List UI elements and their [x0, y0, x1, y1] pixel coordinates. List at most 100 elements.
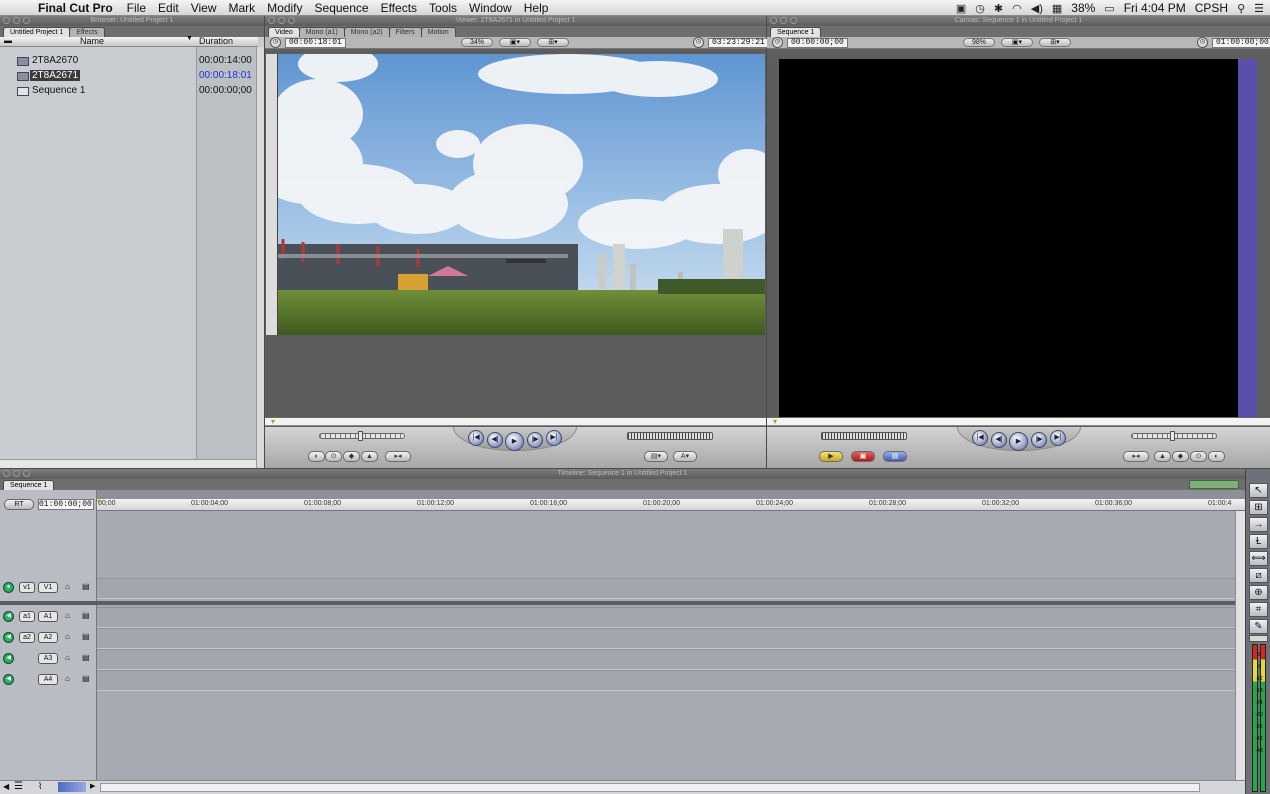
clip-keyframes-icon[interactable]: ⌇ — [38, 781, 42, 792]
shuttle-knob[interactable] — [1170, 431, 1175, 441]
jog-control[interactable] — [627, 432, 713, 440]
destination-control[interactable]: V1 — [38, 582, 58, 593]
render-status-button[interactable] — [1189, 480, 1239, 489]
selection-tool-icon[interactable]: ↖ — [1249, 483, 1268, 498]
tab-motion[interactable]: Motion — [420, 27, 456, 37]
menu-modify[interactable]: Modify — [263, 1, 310, 15]
shuttle-control[interactable] — [1131, 431, 1217, 441]
timeline-vertical-scrollbar[interactable] — [1235, 511, 1245, 780]
lock-icon[interactable]: ⌂ — [65, 582, 70, 591]
input-menu-icon[interactable]: ▦ — [1052, 2, 1062, 15]
zoom-window-button[interactable] — [288, 17, 295, 24]
match-frame-button[interactable]: ◐ — [308, 451, 325, 462]
add-marker-button[interactable]: ▲ — [361, 451, 378, 462]
view-mode-popup[interactable]: ⊞▾ — [1039, 38, 1071, 47]
playhead-marker-icon[interactable]: ▾ — [271, 417, 275, 426]
menu-tools[interactable]: Tools — [425, 1, 465, 15]
time-machine-icon[interactable]: ◷ — [975, 2, 985, 15]
track-height-icon[interactable]: ☰ — [14, 781, 23, 792]
track-lane[interactable] — [97, 670, 1235, 691]
track-lane[interactable] — [97, 628, 1235, 649]
viewer-scrubber-bar[interactable]: ▾ — [265, 417, 766, 426]
destination-control[interactable]: A1 — [38, 611, 58, 622]
mark-in-out-button[interactable]: ▸◂ — [1123, 451, 1149, 462]
insert-edit-button[interactable]: ▶ — [819, 451, 843, 462]
mark-clip-button[interactable]: ⊙ — [325, 451, 342, 462]
lock-icon[interactable]: ⌂ — [65, 632, 70, 641]
track-lane[interactable] — [97, 649, 1235, 670]
shuttle-control[interactable] — [319, 431, 405, 441]
bluetooth-icon[interactable]: ✱ — [994, 2, 1003, 15]
battery-percent[interactable]: 38% — [1071, 1, 1095, 15]
zoom-tool-icon[interactable]: ⊕ — [1249, 585, 1268, 600]
sequence-duration-field[interactable]: 00:00:00;00 — [787, 38, 848, 48]
source-control[interactable]: a2 — [19, 632, 35, 643]
recent-clips-popup[interactable]: ▤▾ — [644, 451, 668, 462]
mark-in-out-button[interactable]: ▸◂ — [385, 451, 411, 462]
menu-sequence[interactable]: Sequence — [311, 1, 377, 15]
notification-list-icon[interactable]: ☰ — [1254, 2, 1264, 15]
track-lane[interactable] — [97, 607, 1235, 628]
tab-mono-a2[interactable]: Mono (a2) — [343, 27, 390, 37]
tab-sequence-1[interactable]: Sequence 1 — [3, 480, 55, 490]
edit-selection-tool-icon[interactable]: ⊞ — [1249, 500, 1268, 515]
play-in-to-out-button[interactable]: |◀ — [468, 430, 484, 446]
zoom-window-button[interactable] — [23, 17, 30, 24]
timeline-timecode-field[interactable]: 01:00:00;00 — [38, 499, 94, 510]
track-audible-icon[interactable]: ◀ — [3, 653, 14, 664]
clip-overlays-icon[interactable]: ◀ — [3, 782, 9, 791]
source-control[interactable]: a1 — [19, 611, 35, 622]
volume-icon[interactable]: ◀) — [1031, 2, 1043, 15]
wifi-icon[interactable]: ◠ — [1012, 2, 1022, 15]
source-control[interactable]: v1 — [19, 582, 35, 593]
menu-window[interactable]: Window — [465, 1, 520, 15]
clip-duration-field[interactable]: 00:00:18:01 — [285, 38, 346, 48]
generator-popup[interactable]: A▾ — [673, 451, 697, 462]
close-window-button[interactable] — [268, 17, 275, 24]
user-name[interactable]: CPSH — [1195, 1, 1228, 15]
minimize-window-button[interactable] — [780, 17, 787, 24]
current-timecode-field[interactable]: 01:00:00;00 — [1212, 38, 1270, 48]
play-every-frame-button[interactable]: |▶ — [527, 432, 543, 448]
add-marker-button[interactable]: ▲ — [1154, 451, 1171, 462]
lock-icon[interactable]: ⌂ — [65, 653, 70, 662]
browser-horizontal-scrollbar[interactable] — [0, 459, 256, 468]
auto-select-icon[interactable]: ▤ — [82, 674, 90, 683]
play-to-out-button[interactable]: ▶| — [546, 430, 562, 446]
tab-untitled-project[interactable]: Untitled Project 1 — [3, 27, 71, 37]
view-popup[interactable]: ▣▾ — [499, 38, 531, 47]
browser-row[interactable]: 2T8A2670 00:00:14:00 — [0, 55, 258, 70]
menu-help[interactable]: Help — [520, 1, 557, 15]
tab-sequence-1[interactable]: Sequence 1 — [770, 27, 822, 37]
match-frame-button[interactable]: ◐ — [1208, 451, 1225, 462]
add-keyframe-button[interactable]: ◆ — [343, 451, 360, 462]
lock-icon[interactable]: ⌂ — [65, 611, 70, 620]
zoom-popup[interactable]: 98% — [963, 38, 995, 47]
zoom-window-button[interactable] — [790, 17, 797, 24]
destination-control[interactable]: A3 — [38, 653, 58, 664]
add-keyframe-button[interactable]: ◆ — [1172, 451, 1189, 462]
slip-tool-icon[interactable]: ⟺ — [1249, 551, 1268, 566]
track-select-tool-icon[interactable]: → — [1249, 517, 1268, 532]
zoom-in-arrow-icon[interactable]: ▶ — [90, 782, 95, 790]
play-in-to-out-button[interactable]: |◀ — [972, 430, 988, 446]
auto-select-icon[interactable]: ▤ — [82, 632, 90, 641]
current-timecode-field[interactable]: 03:23:29:21 — [708, 38, 769, 48]
minimize-window-button[interactable] — [13, 470, 20, 477]
minimize-window-button[interactable] — [13, 17, 20, 24]
replace-edit-button[interactable]: ▤ — [883, 451, 907, 462]
app-menu[interactable]: Final Cut Pro — [34, 1, 123, 15]
track-lane[interactable] — [97, 578, 1235, 599]
timeline-horizontal-scrollbar[interactable] — [100, 783, 1200, 792]
zoom-slider-icon[interactable] — [58, 782, 86, 792]
tab-mono-a1[interactable]: Mono (a1) — [298, 27, 345, 37]
auto-select-icon[interactable]: ▤ — [82, 582, 90, 591]
track-audible-icon[interactable]: ◀ — [3, 632, 14, 643]
auto-select-icon[interactable]: ▤ — [82, 611, 90, 620]
browser-vertical-scrollbar[interactable] — [256, 47, 264, 468]
playhead-sync-popup[interactable]: ⊞▾ — [537, 38, 569, 47]
browser-row[interactable]: Sequence 1 00:00:00;00 — [0, 85, 258, 100]
close-window-button[interactable] — [3, 470, 10, 477]
close-window-button[interactable] — [3, 17, 10, 24]
play-around-current-button[interactable]: ◀| — [991, 432, 1007, 448]
